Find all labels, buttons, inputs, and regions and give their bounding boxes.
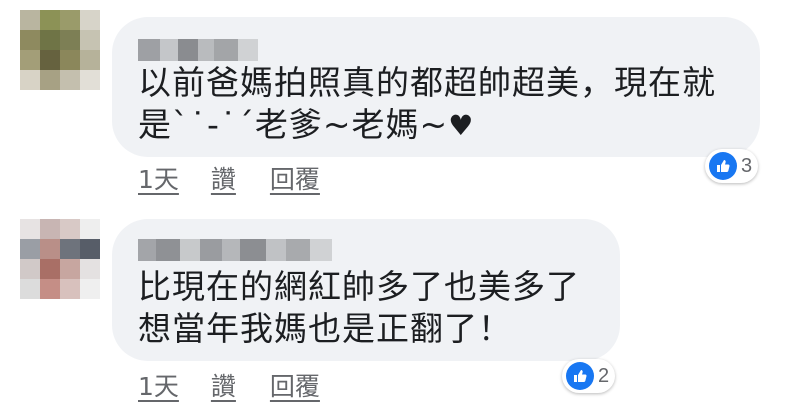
avatar-pixel: [40, 239, 60, 259]
avatar-pixel: [60, 239, 80, 259]
avatar-pixel: [60, 219, 80, 239]
blurred-author-name[interactable]: [138, 239, 332, 261]
name-blur-block: [178, 39, 198, 61]
heart-icon: ♥: [448, 109, 475, 142]
comment-text-line-2: 想當年我媽也是正翻了！: [138, 309, 512, 348]
name-blur-block: [156, 239, 180, 261]
avatar-pixel: [40, 259, 60, 279]
name-blur-block: [286, 239, 310, 261]
blurred-author-name[interactable]: [138, 39, 258, 61]
name-blur-block: [310, 239, 332, 261]
comment-text-line-1: 比現在的網紅帥多了也美多了: [138, 267, 580, 306]
avatar-pixel: [40, 30, 60, 50]
avatar-pixel: [60, 30, 80, 50]
name-blur-block: [138, 239, 156, 261]
avatar-pixel: [20, 259, 40, 279]
avatar-pixel: [20, 50, 40, 70]
avatar-pixel: [80, 50, 100, 70]
comment-bubble: 比現在的網紅帥多了也美多了 想當年我媽也是正翻了！: [112, 219, 620, 361]
name-blur-block: [238, 39, 258, 61]
avatar-pixel: [60, 259, 80, 279]
avatar-pixel: [80, 70, 100, 90]
avatar-pixel: [20, 279, 40, 299]
avatar-pixel: [40, 219, 60, 239]
timestamp-link[interactable]: 1天: [138, 372, 179, 402]
comment-actions: 1天 讚 回覆: [138, 165, 320, 195]
reaction-count: 2: [598, 364, 610, 387]
timestamp-link[interactable]: 1天: [138, 165, 179, 195]
avatar-pixel: [60, 279, 80, 299]
avatar-pixel: [20, 70, 40, 90]
avatar-pixel: [20, 219, 40, 239]
reaction-badge[interactable]: 3: [705, 149, 759, 183]
commenter-avatar[interactable]: [20, 10, 100, 90]
avatar-pixel: [80, 219, 100, 239]
reaction-count: 3: [741, 154, 753, 177]
reply-button[interactable]: 回覆: [270, 165, 320, 195]
reaction-badge[interactable]: 2: [562, 359, 616, 393]
name-blur-block: [180, 239, 200, 261]
avatar-pixel: [40, 50, 60, 70]
avatar-pixel: [40, 279, 60, 299]
avatar-pixel: [80, 239, 100, 259]
avatar-pixel: [40, 70, 60, 90]
comment-text-line-2: 是ˋ˙-˙ˊ老爹~老媽~♥: [138, 105, 474, 146]
avatar-pixel: [60, 10, 80, 30]
avatar-pixel: [80, 259, 100, 279]
comment-text-line-1: 以前爸媽拍照真的都超帥超美，現在就: [138, 63, 716, 102]
comment-text-line-2-text: 是ˋ˙-˙ˊ老爹~老媽~: [138, 105, 449, 144]
thumbs-up-icon: [566, 362, 594, 390]
thumbs-up-icon: [709, 152, 737, 180]
avatar-pixel: [80, 30, 100, 50]
avatar-pixel: [20, 30, 40, 50]
reply-button[interactable]: 回覆: [270, 372, 320, 402]
commenter-avatar[interactable]: [20, 219, 100, 299]
comment-bubble: 以前爸媽拍照真的都超帥超美，現在就 是ˋ˙-˙ˊ老爹~老媽~♥: [112, 17, 760, 157]
avatar-pixel: [60, 50, 80, 70]
avatar-pixel: [20, 10, 40, 30]
avatar-pixel: [20, 239, 40, 259]
avatar-pixel: [40, 10, 60, 30]
like-button[interactable]: 讚: [211, 372, 236, 402]
like-button[interactable]: 讚: [211, 165, 236, 195]
name-blur-block: [138, 39, 160, 61]
avatar-pixel: [80, 279, 100, 299]
name-blur-block: [160, 39, 178, 61]
name-blur-block: [222, 239, 240, 261]
name-blur-block: [198, 39, 214, 61]
comment-actions: 1天 讚 回覆: [138, 372, 320, 402]
name-blur-block: [200, 239, 222, 261]
avatar-pixel: [60, 70, 80, 90]
name-blur-block: [266, 239, 286, 261]
avatar-pixel: [80, 10, 100, 30]
name-blur-block: [214, 39, 238, 61]
name-blur-block: [240, 239, 266, 261]
